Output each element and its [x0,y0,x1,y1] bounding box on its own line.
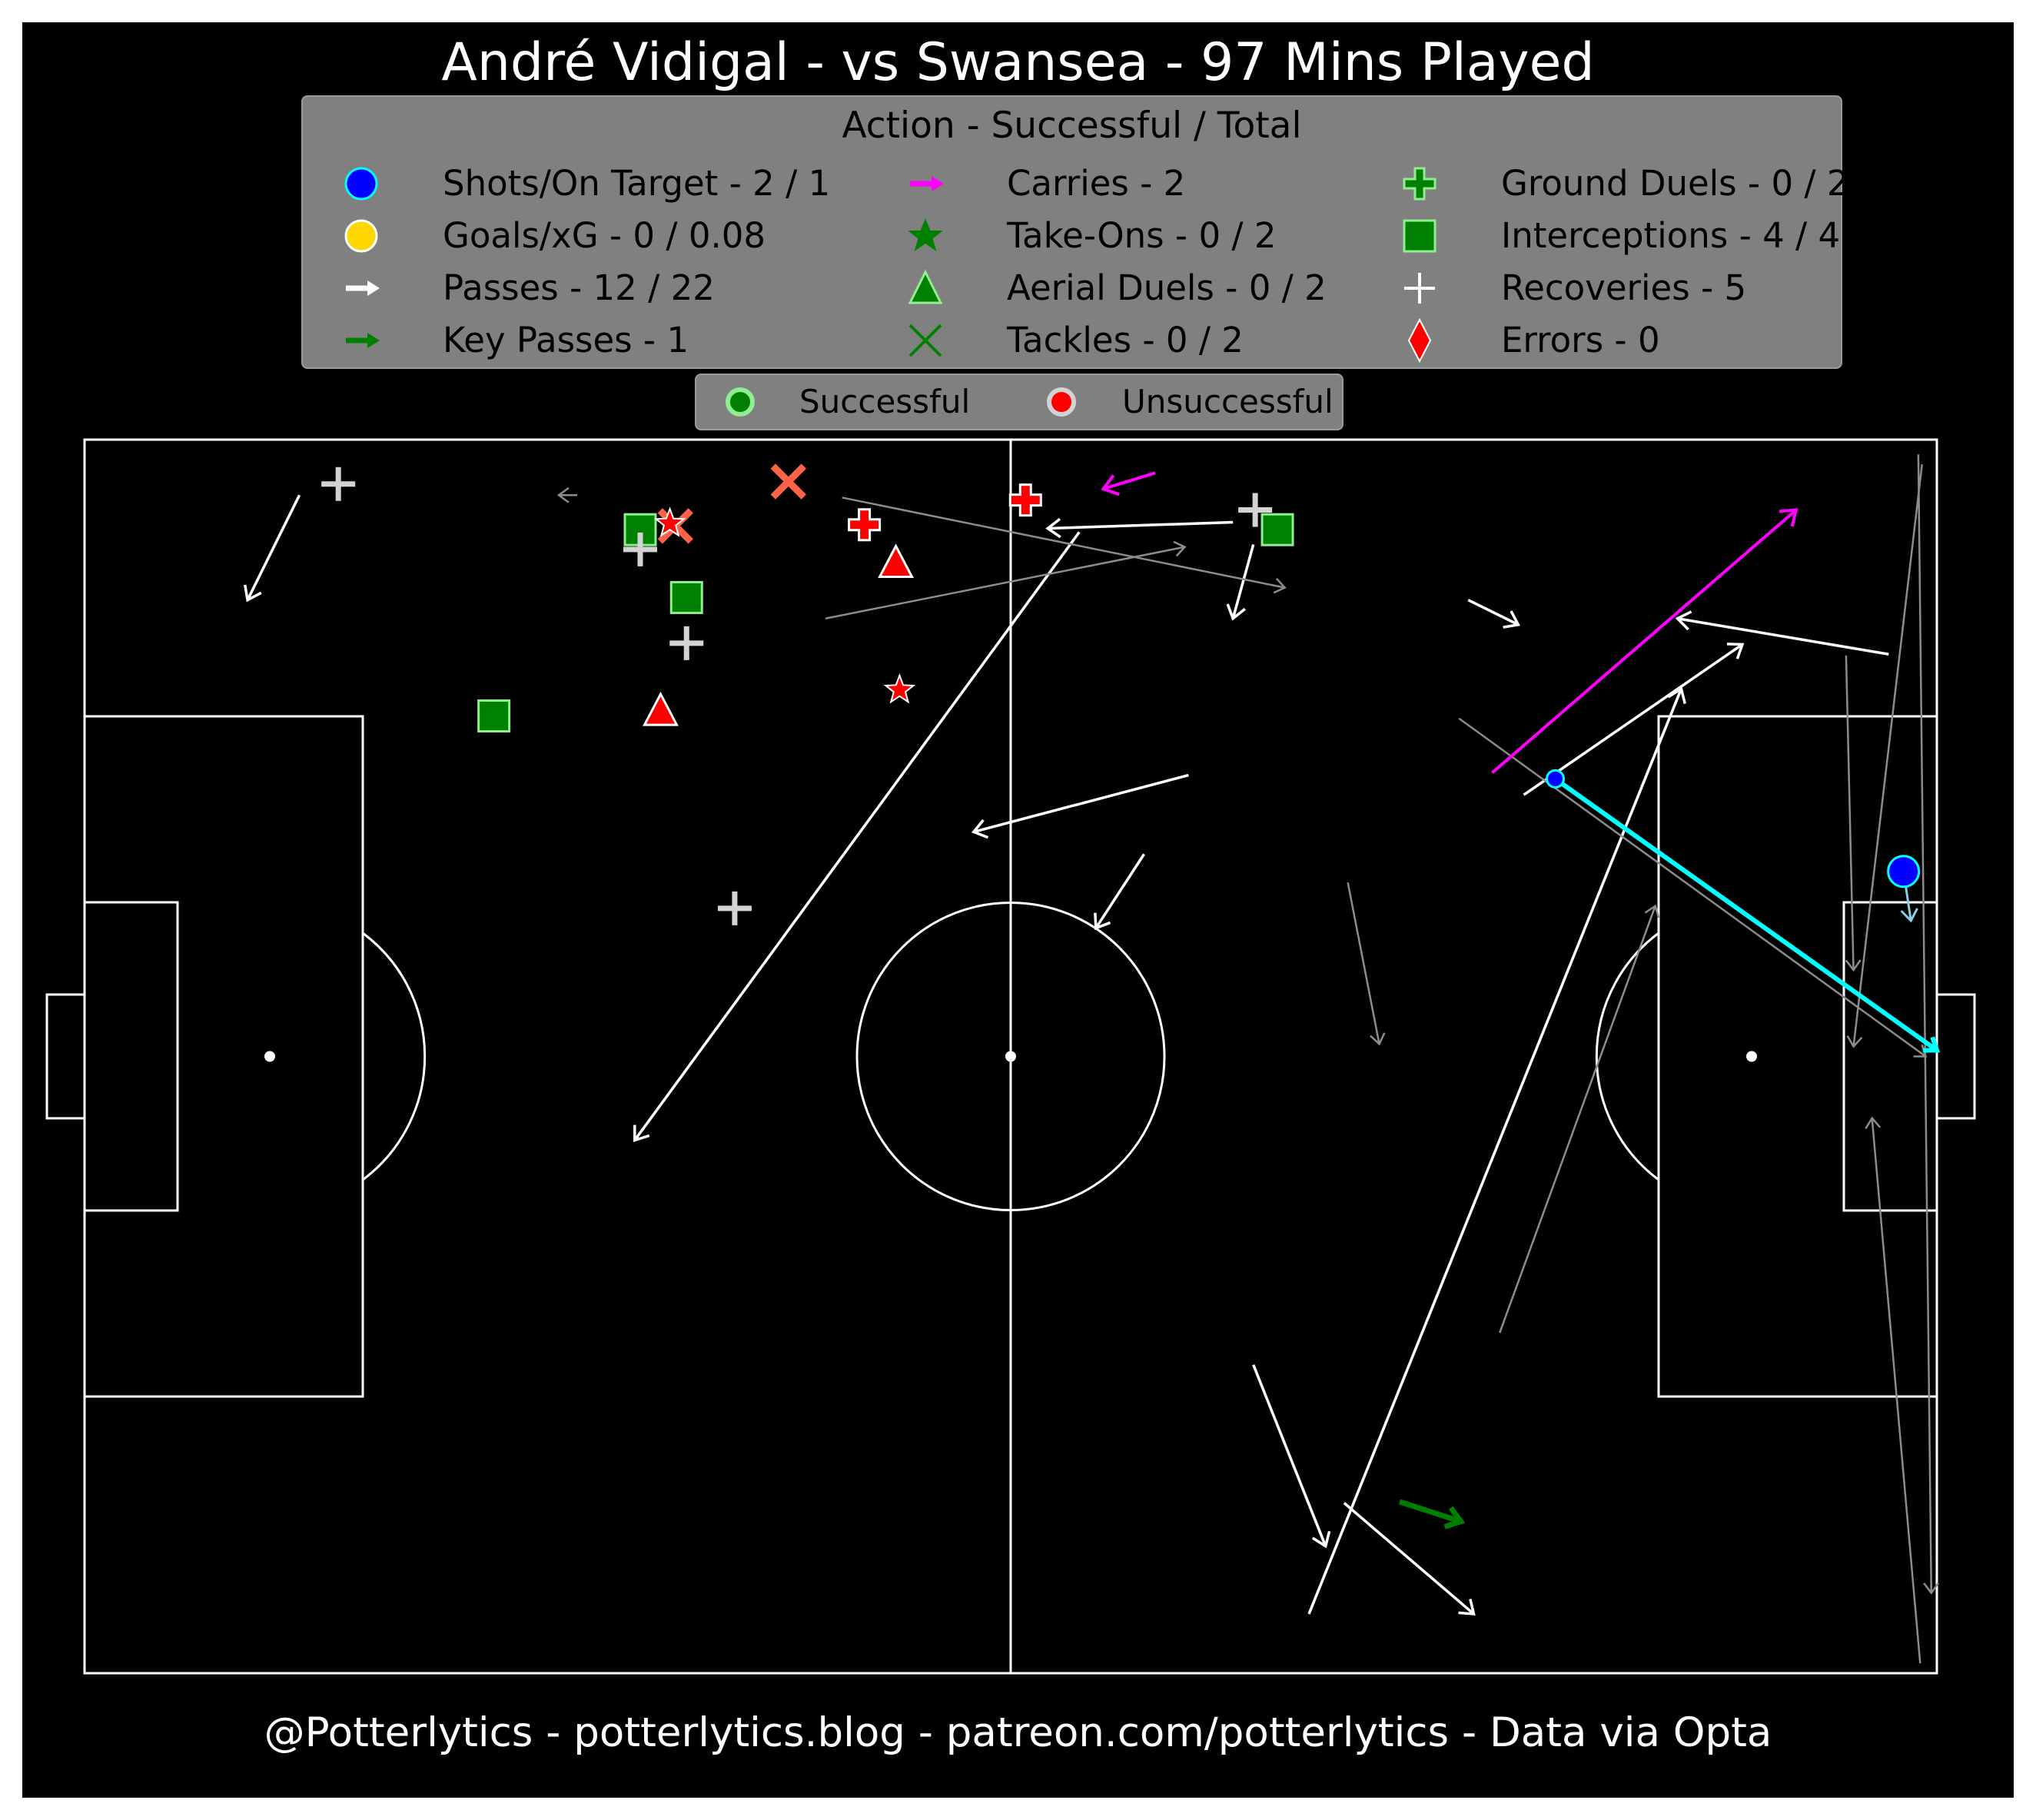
left-six-yard-box [83,901,179,1212]
pitch-chart [45,438,1976,1675]
tackle-marker [770,463,806,500]
pass-arrow [1094,853,1145,931]
left-goal [45,993,86,1120]
failed-pass-arrow [1458,717,1928,1058]
failed-pass-arrow [1865,1116,1921,1664]
failed-pass-arrow [1846,463,1923,1048]
shot-marker [1887,855,1921,888]
left-penalty-area [83,715,364,1398]
pass-arrow [1467,599,1521,629]
interception-marker [1260,513,1294,546]
right-penalty-spot [1746,1051,1757,1062]
recovery-marker [717,891,752,925]
failed-pass-arrow [825,540,1187,619]
left-penalty-arc [362,932,427,1181]
failed-pass-arrow [1917,454,1940,1595]
centre-spot [1005,1051,1016,1062]
event-marks [243,454,1941,1664]
aerial-duel-marker [878,543,915,578]
right-goal [1935,993,1976,1120]
failed-pass-arrow [1499,904,1660,1333]
footer-credits: @Potterlytics - potterlytics.blog - patr… [264,1709,1772,1756]
failed-pass-arrow [1845,655,1862,972]
failed-pass-arrow [842,497,1287,594]
pass-arrow [971,773,1189,839]
take-on-marker [883,673,916,704]
interception-marker [477,699,511,733]
recovery-marker [669,626,704,660]
failed-pass-arrow [1347,882,1386,1046]
aerial-duel-marker [643,691,679,726]
ground-duel-marker [848,508,882,542]
pass-arrow [1226,543,1255,621]
carry-arrow [1491,508,1799,774]
pass-arrow [1252,1364,1331,1549]
key-pass-arrow [1399,1499,1466,1529]
recovery-marker [321,467,356,501]
failed-pass-arrow [556,487,578,503]
ground-duel-marker [1008,483,1042,517]
interception-marker [669,580,703,614]
pass-arrow [1675,610,1889,656]
carry-arrow [1101,471,1156,497]
shot-marker [1546,769,1566,789]
left-penalty-spot [264,1051,275,1062]
pass-arrow [243,494,301,603]
pass-arrow [1045,517,1234,539]
right-penalty-area [1657,715,1938,1398]
right-penalty-arc [1595,932,1659,1181]
